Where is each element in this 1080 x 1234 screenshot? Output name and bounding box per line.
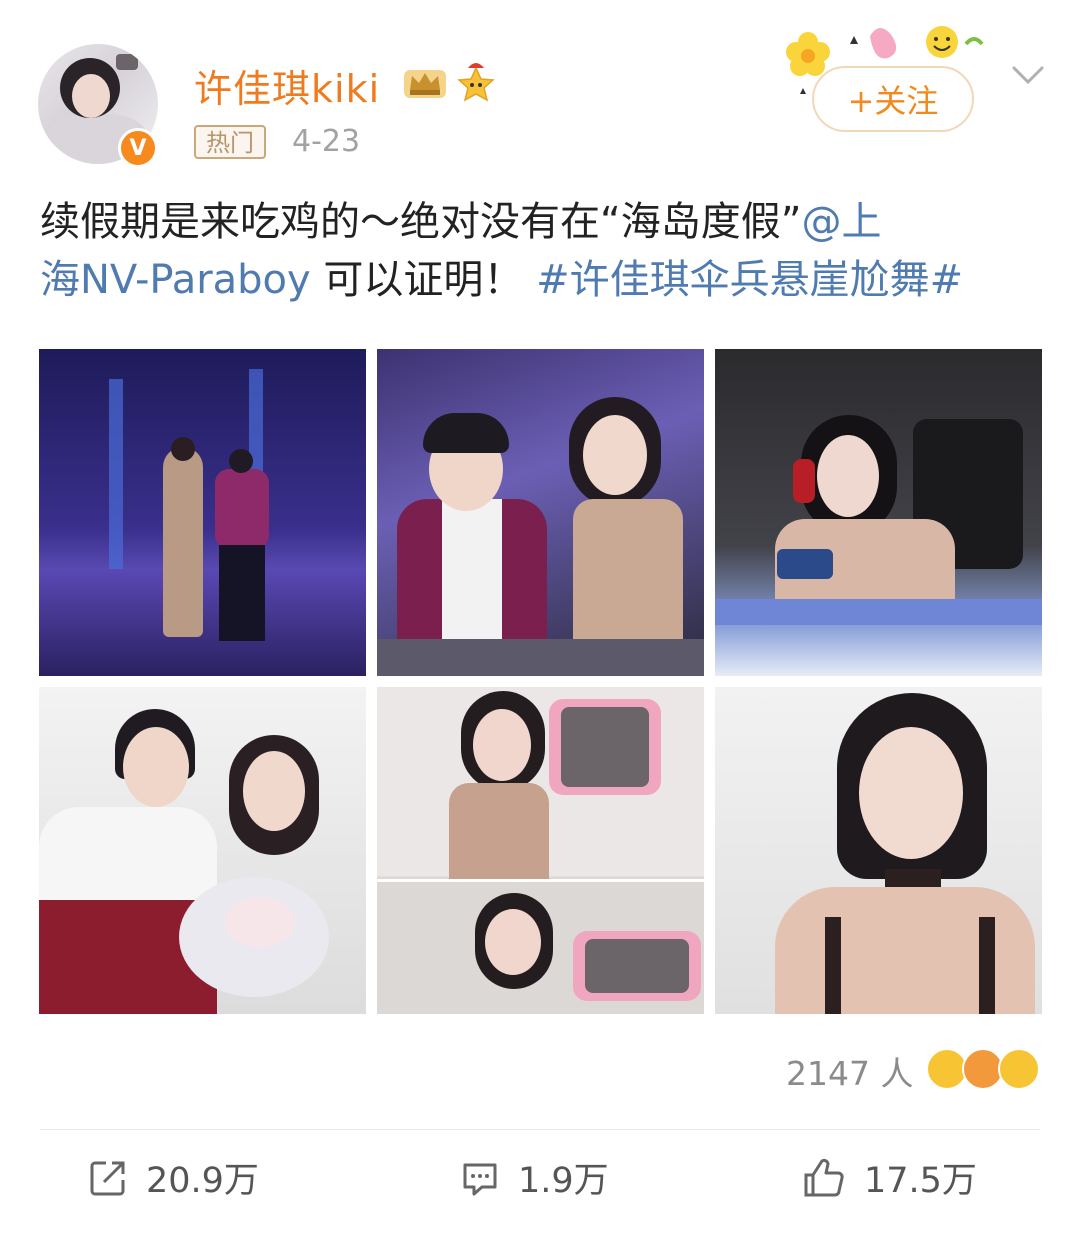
surprised-emoji-icon — [998, 1048, 1040, 1090]
divider — [40, 1129, 1040, 1130]
camera-icon — [116, 54, 138, 70]
post-body: 续假期是来吃鸡的～绝对没有在“海岛度假” — [40, 199, 802, 245]
like-button[interactable]: 17.5万 — [802, 1152, 977, 1203]
repost-icon — [90, 1161, 125, 1195]
repost-count: 20.9万 — [146, 1161, 259, 1201]
photo-6[interactable] — [715, 687, 1042, 1014]
comment-icon — [463, 1163, 497, 1195]
username[interactable]: 许佳琪kiki — [194, 58, 380, 113]
comment-button[interactable]: 1.9万 — [460, 1152, 609, 1203]
like-count: 17.5万 — [864, 1161, 977, 1201]
crown-badge-icon — [404, 70, 446, 98]
mention-link[interactable]: @上 — [801, 199, 881, 245]
photo-5[interactable] — [377, 687, 704, 1014]
hashtag-link[interactable]: #许佳琪伞兵悬崖尬舞# — [536, 257, 963, 303]
mention-link-cont[interactable]: 海NV-Paraboy — [40, 257, 311, 303]
repost-button[interactable]: 20.9万 — [88, 1152, 259, 1203]
reaction-count[interactable]: 2147 人 — [786, 1047, 913, 1095]
photo-3[interactable] — [715, 349, 1042, 676]
photo-2[interactable] — [377, 349, 704, 676]
comment-count: 1.9万 — [518, 1161, 609, 1201]
post-date: 4-23 — [292, 124, 361, 159]
post-text: 续假期是来吃鸡的～绝对没有在“海岛度假”@上 海NV-Paraboy 可以证明！… — [40, 193, 1040, 309]
thumbs-up-icon — [804, 1158, 844, 1196]
follow-button[interactable]: +关注 — [812, 66, 974, 132]
post-body-end: 可以证明！ — [310, 257, 524, 303]
photo-4[interactable] — [39, 687, 366, 1014]
chevron-down-icon[interactable] — [1008, 60, 1048, 90]
hot-tag: 热门 — [194, 125, 266, 159]
photo-1[interactable] — [39, 349, 366, 676]
star-badge-icon — [457, 63, 495, 102]
verified-badge-icon: V — [118, 128, 158, 168]
